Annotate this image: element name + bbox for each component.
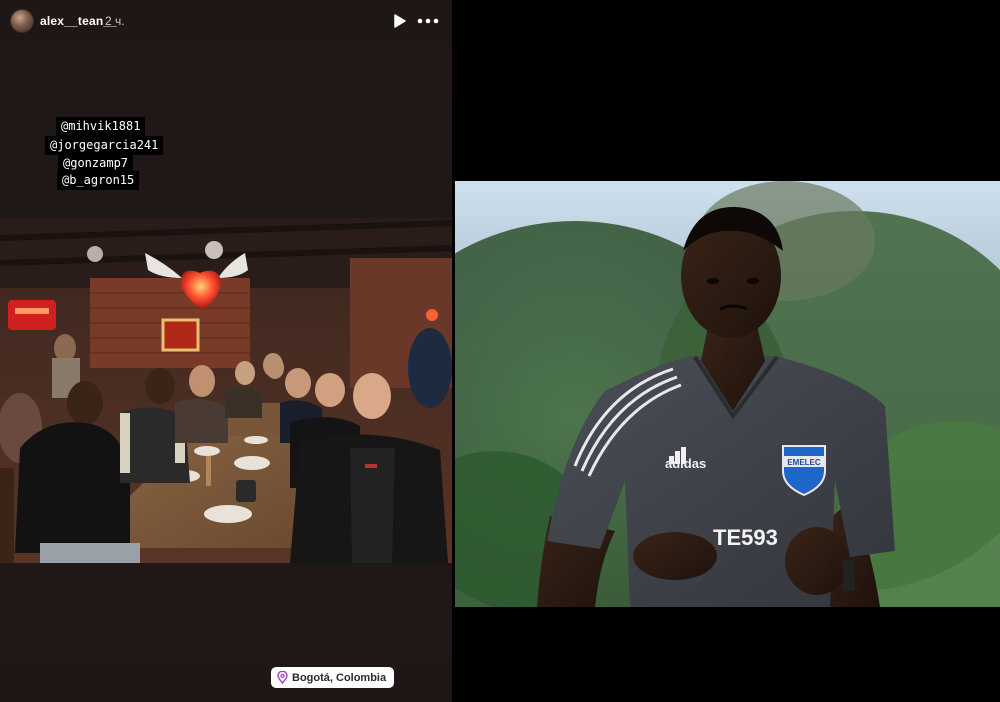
shirt-brand-text: adidas [665,456,706,471]
player-photo: adidas EMELEC TE593 [455,181,1000,607]
play-button[interactable] [390,12,408,30]
story-viewer: alex__tean__ 2 ч. @mihvik1881 @jorgegarc… [0,0,452,702]
story-timestamp: 2 ч. [105,14,125,28]
mention-tag[interactable]: @mihvik1881 [56,117,146,136]
shirt-sponsor-text: TE593 [713,525,778,550]
location-sticker[interactable]: Bogotá, Colombia [271,667,395,688]
avatar[interactable] [10,9,34,33]
location-label: Bogotá, Colombia [292,671,387,684]
more-horizontal-icon [417,18,439,24]
location-pin-icon [277,671,288,684]
group-photo [0,218,452,563]
mention-tag[interactable]: @jorgegarcia241 [45,136,164,155]
story-header: alex__tean__ 2 ч. [0,0,452,44]
more-options-button[interactable] [416,12,440,30]
mention-tag[interactable]: @b_agron15 [57,171,140,190]
club-crest-text: EMELEC [787,458,821,467]
play-icon [394,14,406,28]
